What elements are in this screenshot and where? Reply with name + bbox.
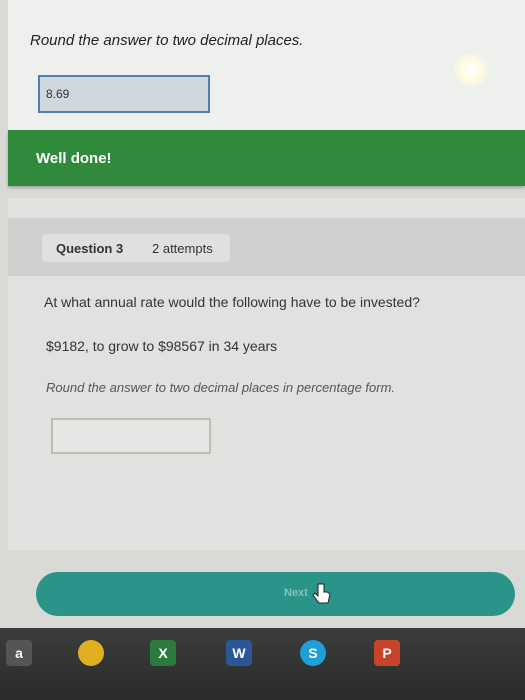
word-icon[interactable]: W [226, 640, 252, 666]
next-button[interactable]: Next [36, 572, 515, 616]
feedback-text: Well done! [36, 150, 112, 167]
attempts-count: 2 attempts [152, 241, 213, 256]
next-button-label: Next [284, 587, 308, 599]
question-tab: Question 3 2 attempts [42, 234, 230, 262]
previous-question-card: Round the answer to two decimal places. … [8, 0, 525, 132]
question-text: At what annual rate would the following … [44, 294, 420, 310]
hand-cursor-icon [312, 583, 331, 604]
question-card: Question 3 2 attempts At what annual rat… [8, 198, 525, 550]
excel-icon[interactable]: X [150, 640, 176, 666]
previous-answer-field[interactable]: 8.69 [38, 75, 210, 113]
answer-input[interactable] [51, 418, 211, 454]
screen-glare [452, 54, 490, 86]
question-number: Question 3 [56, 241, 124, 256]
amazon-icon[interactable]: a [6, 640, 32, 666]
taskbar: a X W S P [0, 628, 525, 700]
feedback-banner: Well done! [8, 130, 525, 186]
powerpoint-icon[interactable]: P [374, 640, 400, 666]
previous-question-text: Round the answer to two decimal places. [30, 32, 304, 49]
skype-icon[interactable]: S [300, 640, 326, 666]
question-detail: $9182, to grow to $98567 in 34 years [46, 338, 278, 354]
question-header: Question 3 2 attempts [8, 218, 525, 276]
chrome-icon[interactable] [78, 640, 104, 666]
question-instruction: Round the answer to two decimal places i… [46, 380, 396, 395]
